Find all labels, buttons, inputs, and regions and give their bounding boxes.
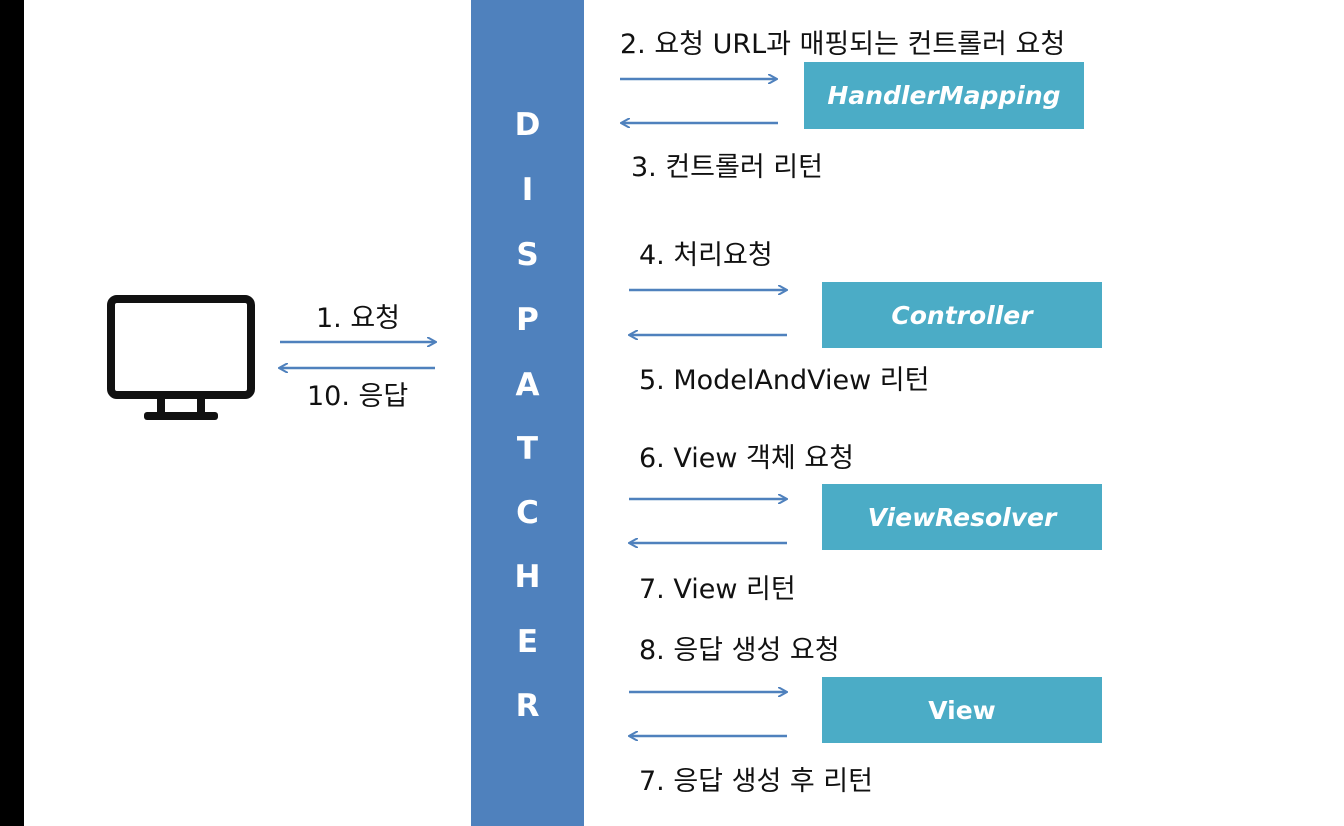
- client-request-label: 1. 요청: [316, 303, 401, 334]
- controller-return-label: 5. ModelAndView 리턴: [639, 365, 930, 396]
- dispatcher-letter: R: [515, 688, 540, 724]
- view-request-label: 8. 응답 생성 요청: [639, 635, 840, 666]
- client-response-label: 10. 응답: [307, 381, 409, 412]
- arrows-layer: [107, 0, 1344, 826]
- dispatcher-letter: E: [516, 624, 539, 660]
- viewresolver-return-label: 7. View 리턴: [639, 574, 796, 605]
- dispatcher-letter: H: [514, 559, 541, 595]
- dispatcher-servlet-column: D I S P A T C H E R: [471, 0, 584, 826]
- handlermapping-return-label: 3. 컨트롤러 리턴: [631, 152, 823, 183]
- handlermapping-box: HandlerMapping: [804, 62, 1084, 129]
- dispatcher-letter: S: [516, 237, 539, 273]
- controller-box: Controller: [822, 282, 1102, 348]
- monitor-icon: [107, 295, 255, 420]
- dispatcher-letter: P: [516, 302, 539, 338]
- viewresolver-box: ViewResolver: [822, 484, 1102, 550]
- dispatcher-letter: I: [521, 172, 534, 208]
- dispatcher-letter: C: [516, 495, 539, 531]
- viewresolver-request-label: 6. View 객체 요청: [639, 443, 854, 474]
- view-return-label: 7. 응답 생성 후 리턴: [639, 766, 873, 797]
- dispatcher-letter: T: [516, 431, 539, 467]
- view-box: View: [822, 677, 1102, 743]
- dispatcher-letter: D: [514, 107, 541, 143]
- handlermapping-request-label: 2. 요청 URL과 매핑되는 컨트롤러 요청: [620, 29, 1066, 60]
- dispatcher-letter: A: [515, 367, 540, 403]
- controller-request-label: 4. 처리요청: [639, 240, 773, 271]
